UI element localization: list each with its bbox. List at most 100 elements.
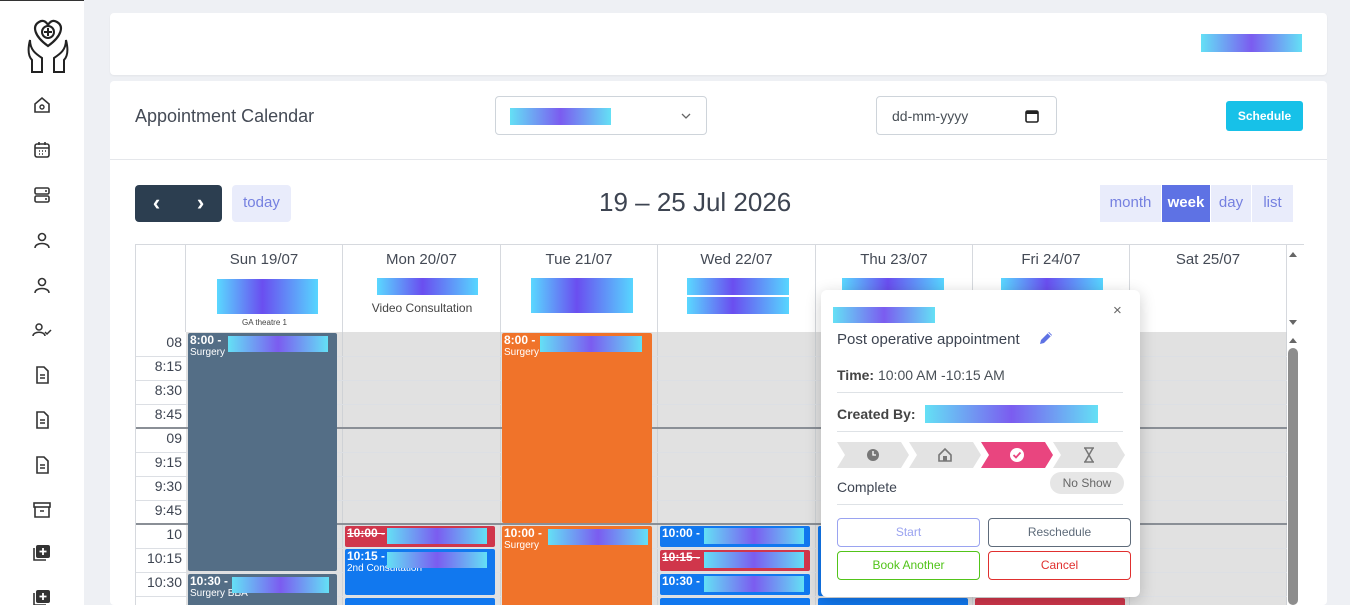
- cancelled-appointment-event[interactable]: 10:15 -: [660, 550, 810, 571]
- no-show-button[interactable]: No Show: [1050, 472, 1124, 494]
- day-label: Fri 24/07: [1021, 251, 1081, 268]
- calendar-picker-icon[interactable]: [1025, 109, 1039, 123]
- day-column[interactable]: [1130, 332, 1287, 605]
- chevron-down-icon: [681, 113, 691, 119]
- view-week-button[interactable]: week: [1162, 185, 1210, 222]
- event-time: 10:00 -: [504, 526, 543, 540]
- cancel-button[interactable]: Cancel: [988, 551, 1131, 580]
- document-icon[interactable]: [32, 365, 52, 385]
- event-time: 10:30 -: [190, 574, 229, 588]
- day-label: Mon 20/07: [386, 251, 457, 268]
- time-label: Time:: [837, 367, 875, 383]
- time-label: 10:15: [146, 550, 182, 566]
- day-header: Sun 19/07 GA theatre 1: [186, 245, 343, 332]
- user-check-icon[interactable]: [32, 320, 52, 340]
- archive-icon[interactable]: [32, 500, 52, 520]
- view-day-button[interactable]: day: [1211, 185, 1251, 222]
- event-time: 10:00 -: [662, 526, 701, 540]
- step-clock[interactable]: [837, 442, 911, 468]
- selected-value-redacted: [510, 108, 611, 125]
- location-label: Video Consultation: [371, 301, 473, 315]
- server-icon[interactable]: [32, 185, 52, 205]
- patient-redacted: [540, 336, 642, 352]
- time-label: 8:15: [154, 358, 182, 374]
- divider: [837, 504, 1123, 505]
- created-by-label: Created By:: [837, 406, 916, 422]
- top-bar: [110, 13, 1327, 75]
- location-label: GA theatre 1: [242, 318, 287, 327]
- day-header: Wed 22/07: [658, 245, 816, 332]
- resource-redacted: [377, 278, 478, 295]
- today-button[interactable]: today: [232, 185, 291, 222]
- doctor-select[interactable]: [495, 96, 707, 135]
- event-time: 10:15 -: [662, 550, 701, 564]
- step-check[interactable]: [981, 442, 1055, 468]
- appointment-event[interactable]: 10:15 - 2nd Consultation: [345, 549, 495, 595]
- reschedule-button[interactable]: Reschedule: [988, 518, 1131, 547]
- patient-redacted: [704, 528, 804, 544]
- time-label: 8:30: [154, 382, 182, 398]
- appointment-event[interactable]: 8:00 - Surgery: [188, 333, 337, 571]
- cancelled-appointment-event[interactable]: 10:00 -: [345, 526, 495, 547]
- cancelled-appointment-event[interactable]: [975, 598, 1125, 605]
- sidebar: [0, 0, 84, 605]
- user-icon[interactable]: [32, 275, 52, 295]
- book-another-button[interactable]: Book Another: [837, 551, 980, 580]
- patient-redacted: [387, 552, 487, 568]
- patient-redacted: [232, 577, 329, 593]
- calendar-scrollbar[interactable]: [1286, 250, 1300, 605]
- status-label: Complete: [837, 479, 897, 495]
- add-folder-icon[interactable]: [32, 542, 52, 562]
- appointment-event[interactable]: [660, 598, 810, 605]
- appointment-event[interactable]: 8:00 - Surgery: [502, 333, 652, 523]
- time-label: 10:30: [146, 574, 182, 590]
- time-label: 9:30: [154, 478, 182, 494]
- day-label: Sat 25/07: [1175, 251, 1241, 268]
- view-list-button[interactable]: list: [1252, 185, 1293, 222]
- day-header: Mon 20/07 Video Consultation: [343, 245, 501, 332]
- document-icon[interactable]: [32, 455, 52, 475]
- patient-name-redacted: [833, 307, 935, 323]
- next-button[interactable]: ›: [179, 185, 222, 222]
- appointment-event[interactable]: 10:30 - Surgery BBA: [188, 574, 337, 605]
- resource-redacted: [687, 297, 789, 314]
- step-home[interactable]: [909, 442, 983, 468]
- appointment-event[interactable]: [345, 598, 495, 605]
- close-icon[interactable]: ×: [1113, 302, 1122, 319]
- appointment-event[interactable]: [818, 598, 968, 605]
- user-name-redacted[interactable]: [1201, 34, 1302, 52]
- view-month-button[interactable]: month: [1100, 185, 1161, 222]
- time-label: 8:45: [154, 406, 182, 422]
- divider: [837, 392, 1123, 393]
- appointment-event[interactable]: 10:00 - Surgery: [502, 526, 652, 605]
- created-by-redacted: [925, 405, 1098, 423]
- divider: [837, 431, 1123, 432]
- pencil-edit-icon[interactable]: [1038, 330, 1054, 346]
- day-label: Tue 21/07: [545, 251, 613, 268]
- heart-hands-logo-icon: [27, 19, 69, 73]
- event-time: 8:00 -: [190, 333, 222, 347]
- prev-button[interactable]: ‹: [135, 185, 178, 222]
- appointment-event[interactable]: 10:30 -: [660, 574, 810, 595]
- start-button[interactable]: Start: [837, 518, 980, 547]
- resource-redacted: [531, 278, 633, 313]
- document-icon[interactable]: [32, 410, 52, 430]
- prev-next-group: ‹ ›: [135, 185, 222, 222]
- time-header: [136, 245, 186, 332]
- step-hourglass[interactable]: [1053, 442, 1127, 468]
- event-time: 10:00 -: [347, 526, 386, 540]
- event-time: 10:15 -: [347, 549, 386, 563]
- user-icon[interactable]: [32, 230, 52, 250]
- day-label: Sun 19/07: [229, 251, 299, 268]
- add-folder-icon[interactable]: [32, 587, 52, 605]
- home-icon[interactable]: [32, 95, 52, 115]
- status-steps: [837, 442, 1127, 468]
- appointment-event[interactable]: 10:00 -: [660, 526, 810, 547]
- date-field[interactable]: dd-mm-yyyy: [876, 96, 1057, 135]
- day-header: Sat 25/07: [1130, 245, 1287, 332]
- calendar-icon[interactable]: [32, 140, 52, 160]
- resource-redacted: [217, 279, 318, 314]
- schedule-button[interactable]: Schedule: [1226, 101, 1303, 131]
- patient-redacted: [228, 336, 328, 352]
- appointment-popover: × Post operative appointment Time: 10:00…: [821, 290, 1140, 597]
